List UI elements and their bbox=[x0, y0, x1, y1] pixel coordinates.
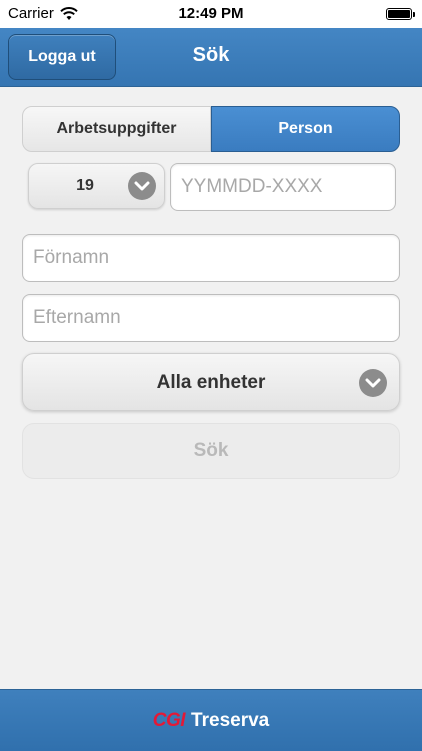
brand-name: Treserva bbox=[191, 709, 270, 731]
footer-brand-bar: CGI Treserva bbox=[0, 689, 422, 751]
units-select-value: Alla enheter bbox=[156, 372, 266, 393]
status-bar: Carrier 12:49 PM bbox=[0, 0, 422, 28]
search-type-segmented-control: Arbetsuppgifter Person bbox=[22, 106, 400, 152]
chevron-down-icon bbox=[359, 369, 387, 397]
person-number-input[interactable] bbox=[170, 163, 396, 211]
page-title: Sök bbox=[192, 44, 230, 66]
century-prefix-select[interactable]: 19 bbox=[28, 163, 165, 209]
first-name-input[interactable] bbox=[22, 234, 400, 282]
last-name-input[interactable] bbox=[22, 294, 400, 342]
segment-person[interactable]: Person bbox=[211, 106, 400, 152]
status-time: 12:49 PM bbox=[178, 5, 244, 22]
cgi-logo: CGI bbox=[152, 709, 186, 731]
segment-arbetsuppgifter[interactable]: Arbetsuppgifter bbox=[22, 106, 211, 152]
century-prefix-value: 19 bbox=[76, 177, 94, 194]
units-select[interactable]: Alla enheter bbox=[22, 353, 400, 411]
search-button[interactable]: Sök bbox=[22, 423, 400, 479]
battery-icon bbox=[386, 8, 415, 20]
nav-bar: Logga ut Sök bbox=[0, 28, 422, 87]
chevron-down-icon bbox=[128, 172, 156, 200]
